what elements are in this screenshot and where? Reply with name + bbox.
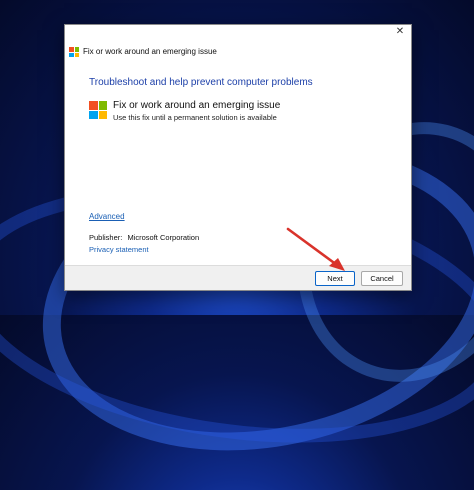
window-title: Fix or work around an emerging issue — [83, 47, 217, 56]
fix-title: Fix or work around an emerging issue — [113, 100, 281, 111]
fix-description: Use this fix until a permanent solution … — [113, 113, 277, 122]
publisher-name: Microsoft Corporation — [127, 233, 200, 242]
microsoft-logo-icon — [69, 47, 79, 57]
advanced-link[interactable]: Advanced — [89, 212, 125, 221]
page-heading: Troubleshoot and help prevent computer p… — [89, 77, 313, 88]
microsoft-logo-icon — [89, 101, 107, 119]
cancel-button[interactable]: Cancel — [361, 271, 403, 286]
publisher-label: Publisher: — [89, 233, 123, 242]
privacy-statement-link[interactable]: Privacy statement — [89, 245, 149, 254]
publisher-info: Publisher: Microsoft Corporation — [89, 233, 199, 242]
title-bar: Fix or work around an emerging issue ✕ — [65, 25, 411, 57]
close-icon[interactable]: ✕ — [393, 25, 407, 39]
red-arrow-annotation — [286, 227, 345, 271]
dialog-footer: Next Cancel — [65, 265, 411, 290]
troubleshooter-dialog: Fix or work around an emerging issue ✕ T… — [64, 24, 412, 291]
